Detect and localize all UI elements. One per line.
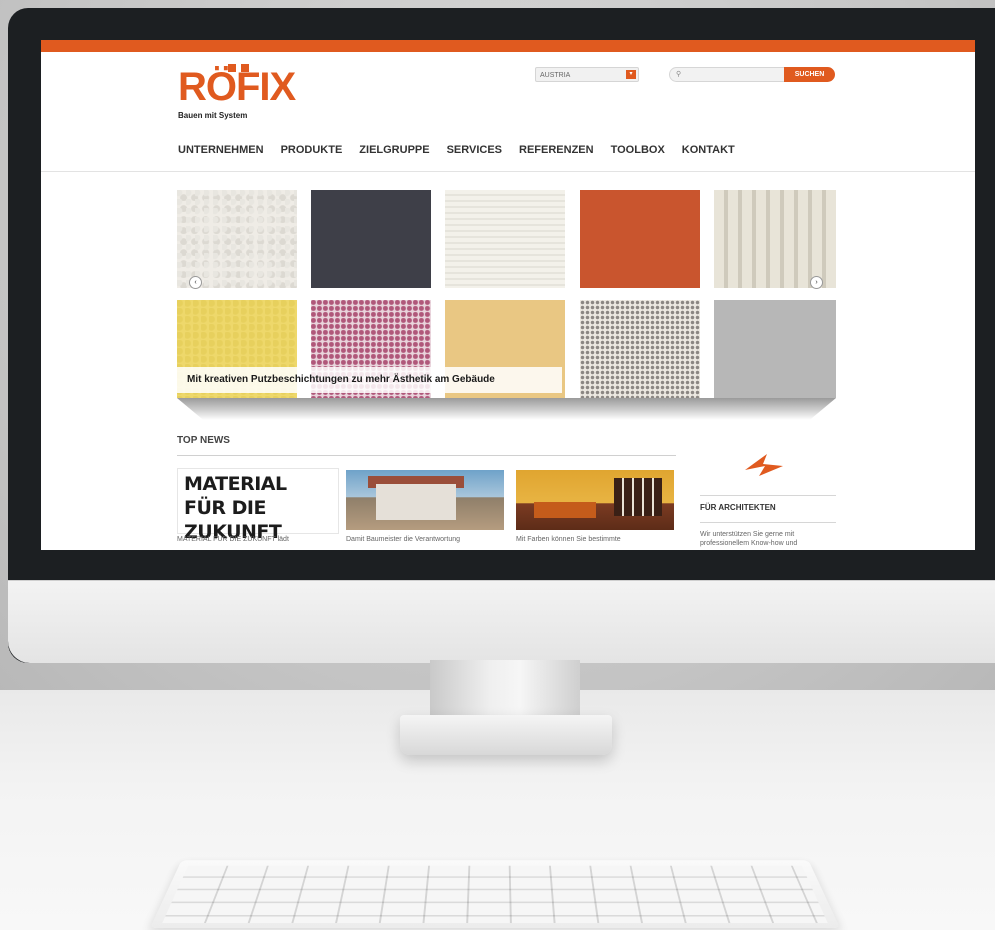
search-icon: ⚲ [676, 71, 682, 78]
top-accent-bar [41, 40, 975, 52]
main-nav: UNTERNEHMEN PRODUKTE ZIELGRUPPE SERVICES… [178, 144, 735, 156]
texture-tile-white-rough[interactable] [177, 190, 297, 288]
nav-item-zielgruppe[interactable]: ZIELGRUPPE [359, 144, 429, 156]
keyboard-keys [162, 865, 828, 924]
country-select[interactable]: AUSTRIA ▾ [535, 67, 639, 82]
nav-item-produkte[interactable]: PRODUKTE [281, 144, 343, 156]
monitor-chin [8, 580, 995, 663]
news-image-house[interactable] [346, 470, 504, 530]
news-snippet[interactable]: Mit Farben können Sie bestimmte [516, 536, 621, 543]
sidebar-divider [700, 522, 836, 523]
texture-tile-dark-grey[interactable] [311, 190, 431, 288]
news-divider [177, 455, 676, 456]
texture-tile-grey[interactable] [714, 300, 836, 398]
news-headline[interactable]: MATERIAL FÜR DIE ZUKUNFT [184, 472, 334, 544]
chevron-down-icon[interactable]: ▾ [626, 70, 636, 79]
texture-tile-grey-speckle[interactable] [580, 300, 700, 398]
brand-logo[interactable]: RÖFIX Bauen mit System [178, 64, 378, 125]
monitor-stand-neck [430, 660, 580, 720]
news-snippet[interactable]: Damit Baumeister die Verantwortung [346, 536, 460, 543]
texture-tile-white-lined[interactable] [445, 190, 565, 288]
sidebar-text: Wir unterstützen Sie gerne mit professio… [700, 531, 798, 547]
slider-caption: Mit kreativen Putzbeschichtungen zu mehr… [177, 367, 562, 393]
slider-shadow [177, 398, 836, 420]
keyboard [150, 860, 840, 928]
search-input[interactable]: ⚲ [669, 67, 787, 82]
architect-logo-icon [745, 454, 783, 476]
texture-tile-relief[interactable] [714, 190, 836, 288]
nav-item-kontakt[interactable]: KONTAKT [682, 144, 735, 156]
sidebar-title[interactable]: FÜR ARCHITEKTEN [700, 503, 776, 512]
chevron-left-icon[interactable]: ‹ [189, 276, 202, 289]
monitor-screen: RÖFIX Bauen mit System AUSTRIA ▾ ⚲ SUCHE… [41, 40, 975, 550]
nav-item-toolbox[interactable]: TOOLBOX [611, 144, 665, 156]
search-button[interactable]: SUCHEN [784, 67, 835, 82]
texture-tile-terracotta[interactable] [580, 190, 700, 288]
nav-item-services[interactable]: SERVICES [447, 144, 502, 156]
news-section-title: TOP NEWS [177, 435, 230, 446]
logo-tagline: Bauen mit System [178, 111, 248, 120]
news-image-living-room[interactable] [516, 470, 674, 530]
chevron-right-icon[interactable]: › [810, 276, 823, 289]
logo-wordmark: RÖFIX [178, 65, 296, 109]
nav-item-referenzen[interactable]: REFERENZEN [519, 144, 594, 156]
news-snippet[interactable]: MATERIAL FÜR DIE ZUKUNFT lädt [177, 536, 289, 543]
monitor-stand-foot [400, 715, 612, 755]
nav-item-unternehmen[interactable]: UNTERNEHMEN [178, 144, 264, 156]
nav-divider [41, 171, 975, 172]
sidebar-divider [700, 495, 836, 496]
country-select-value: AUSTRIA [540, 72, 571, 79]
slider-caption-text: Mit kreativen Putzbeschichtungen zu mehr… [187, 374, 495, 385]
